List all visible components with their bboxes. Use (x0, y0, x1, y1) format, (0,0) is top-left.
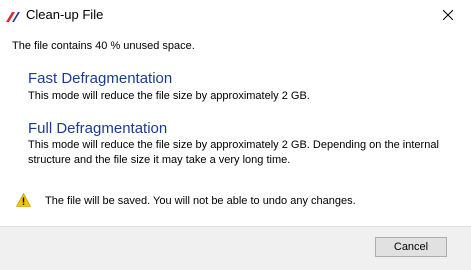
close-button[interactable] (425, 0, 471, 30)
app-logo-icon (6, 9, 20, 22)
warning-text: The file will be saved. You will not be … (45, 195, 356, 207)
dialog-footer: Cancel (0, 226, 471, 270)
fast-defragmentation-link[interactable]: Fast Defragmentation (28, 70, 172, 87)
warning-icon (15, 192, 32, 207)
cancel-button[interactable]: Cancel (375, 237, 447, 257)
title-bar: Clean-up File (0, 0, 471, 30)
unused-space-summary: The file contains 40 % unused space. (12, 40, 195, 52)
full-defragmentation-link[interactable]: Full Defragmentation (28, 120, 167, 137)
window-title: Clean-up File (26, 7, 104, 22)
fast-defragmentation-description: This mode will reduce the file size by a… (28, 90, 310, 102)
close-icon (443, 10, 453, 20)
full-defragmentation-description: This mode will reduce the file size by a… (28, 139, 439, 166)
